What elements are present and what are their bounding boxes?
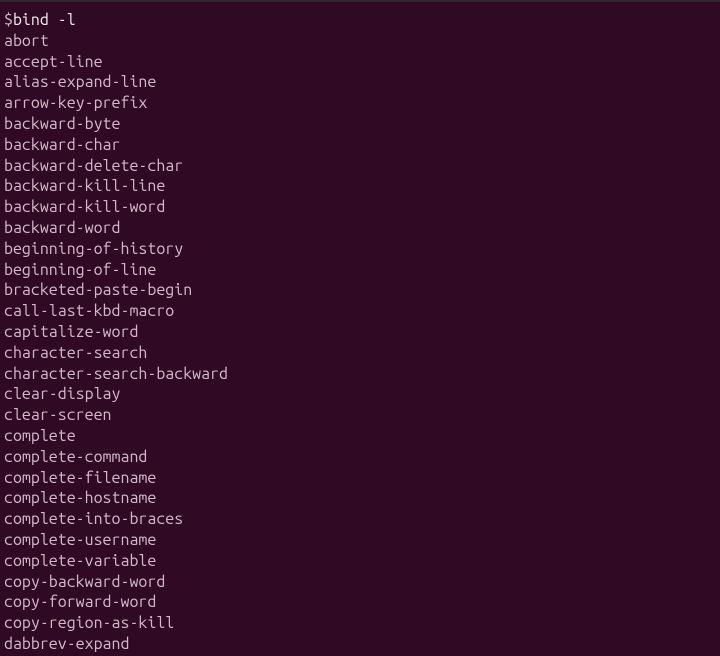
shell-prompt: $ — [4, 11, 13, 29]
window-top-border — [0, 0, 720, 2]
output-line: complete-hostname — [4, 488, 716, 509]
output-line: bracketed-paste-begin — [4, 280, 716, 301]
output-line: copy-forward-word — [4, 592, 716, 613]
output-line: backward-word — [4, 218, 716, 239]
output-line: character-search-backward — [4, 364, 716, 385]
output-line: capitalize-word — [4, 322, 716, 343]
output-line: backward-char — [4, 135, 716, 156]
output-line: arrow-key-prefix — [4, 93, 716, 114]
output-line: complete-variable — [4, 551, 716, 572]
output-line: complete — [4, 426, 716, 447]
terminal-output[interactable]: $bind -l abortaccept-linealias-expand-li… — [4, 10, 716, 655]
output-line: alias-expand-line — [4, 72, 716, 93]
output-line: clear-screen — [4, 405, 716, 426]
output-line: beginning-of-line — [4, 260, 716, 281]
output-line: complete-command — [4, 447, 716, 468]
output-line: backward-kill-word — [4, 197, 716, 218]
output-line: character-search — [4, 343, 716, 364]
output-line: complete-username — [4, 530, 716, 551]
output-line: accept-line — [4, 52, 716, 73]
output-line: abort — [4, 31, 716, 52]
output-line: clear-display — [4, 384, 716, 405]
typed-command: bind -l — [13, 11, 76, 29]
output-line: backward-delete-char — [4, 156, 716, 177]
output-line: backward-byte — [4, 114, 716, 135]
output-line: beginning-of-history — [4, 239, 716, 260]
output-line: copy-backward-word — [4, 572, 716, 593]
output-line: call-last-kbd-macro — [4, 301, 716, 322]
command-line: $bind -l — [4, 10, 716, 31]
output-line: complete-into-braces — [4, 509, 716, 530]
output-line: complete-filename — [4, 468, 716, 489]
output-line: dabbrev-expand — [4, 634, 716, 655]
output-line: copy-region-as-kill — [4, 613, 716, 634]
output-lines-container: abortaccept-linealias-expand-linearrow-k… — [4, 31, 716, 655]
output-line: backward-kill-line — [4, 176, 716, 197]
